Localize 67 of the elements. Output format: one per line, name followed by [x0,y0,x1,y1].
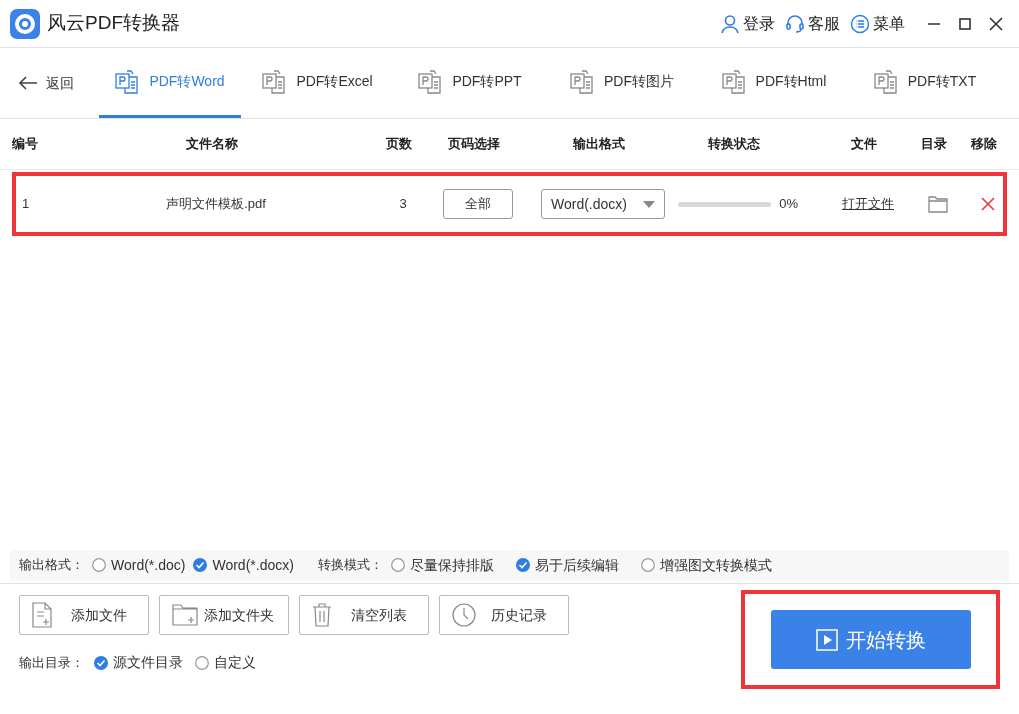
toolbar-button[interactable]: 登录 [720,11,775,36]
back-button[interactable]: 返回 [0,48,99,118]
play-icon [815,628,838,651]
menu-icon [850,13,870,34]
caret-icon [643,200,655,208]
headset-icon [785,13,805,34]
format-radio[interactable]: Word(*.docx) [193,554,294,576]
back-arrow-icon [18,75,38,91]
radio-icon[interactable] [640,558,655,572]
column-header: 输出格式 [573,135,625,154]
option-label: 转换模式： [317,556,383,575]
user-icon [720,13,740,34]
clock-icon [452,603,476,627]
trash-icon [312,603,332,627]
tab[interactable]: PDF转Html [698,48,850,118]
table-cell-text: 声明文件模板.pdf [166,195,266,214]
table-cell-text: 3 [399,195,407,214]
output-dir-radio[interactable]: 源文件目录 [94,652,183,673]
column-header: 页码选择 [448,135,500,154]
page-range-button[interactable]: 全部 [443,189,513,219]
pdf-file-icon [721,69,748,94]
toolbar-button[interactable]: 菜单 [850,11,905,36]
toolbar-button[interactable]: 添加文件 [19,595,149,635]
radio-icon[interactable] [92,558,106,572]
open-file-link[interactable]: 打开文件 [842,194,894,214]
progress-text: 0% [779,195,798,214]
table-cell-text: 1 [21,195,30,214]
option-label: 输出目录： [19,653,84,672]
folder-icon[interactable] [928,195,948,213]
window-title: 风云PDF转换器 [47,11,180,36]
start-button[interactable]: 开始转换 [770,610,971,669]
column-header: 移除 [971,135,997,154]
toolbar-button[interactable]: 客服 [785,11,840,36]
column-header: 文件 [851,135,877,154]
radio-checked-icon[interactable] [193,558,208,572]
tab[interactable]: PDF转PPT [394,48,546,118]
toolbar-button[interactable]: 清空列表 [299,595,429,635]
close-icon[interactable] [989,16,1003,31]
option-label: 输出格式： [19,556,84,575]
mode-radio[interactable]: 尽量保持排版 [390,554,494,576]
folder-add-icon [172,604,198,626]
column-header: 文件名称 [186,135,238,154]
format-dropdown[interactable]: Word(.docx) [541,189,665,219]
radio-icon[interactable] [195,655,209,670]
radio-checked-icon[interactable] [94,655,108,670]
column-header: 页数 [386,135,412,154]
tab[interactable]: PDF转Word [99,48,241,118]
pdf-file-icon [570,69,596,94]
file-icon [32,602,54,628]
mode-radio[interactable]: 增强图文转换模式 [640,554,772,576]
radio-checked-icon[interactable] [515,558,530,572]
toolbar-button[interactable]: 历史记录 [439,595,569,635]
column-header: 转换状态 [708,135,760,154]
output-dir-radio[interactable]: 自定义 [195,652,256,673]
app-logo-icon [10,8,40,39]
column-header: 编号 [12,135,38,154]
pdf-file-icon [873,69,900,94]
format-radio[interactable]: Word(*.doc) [92,554,186,576]
tab[interactable]: PDF转TXT [850,48,1000,118]
maximize-icon[interactable] [959,17,971,30]
tab[interactable]: PDF转图片 [546,48,698,118]
toolbar-button[interactable]: 添加文件夹 [159,595,289,635]
radio-icon[interactable] [390,558,405,572]
remove-icon[interactable] [981,197,995,211]
tab[interactable]: PDF转Excel [241,48,394,118]
column-header: 目录 [921,135,947,154]
mode-radio[interactable]: 易于后续编辑 [515,554,619,576]
